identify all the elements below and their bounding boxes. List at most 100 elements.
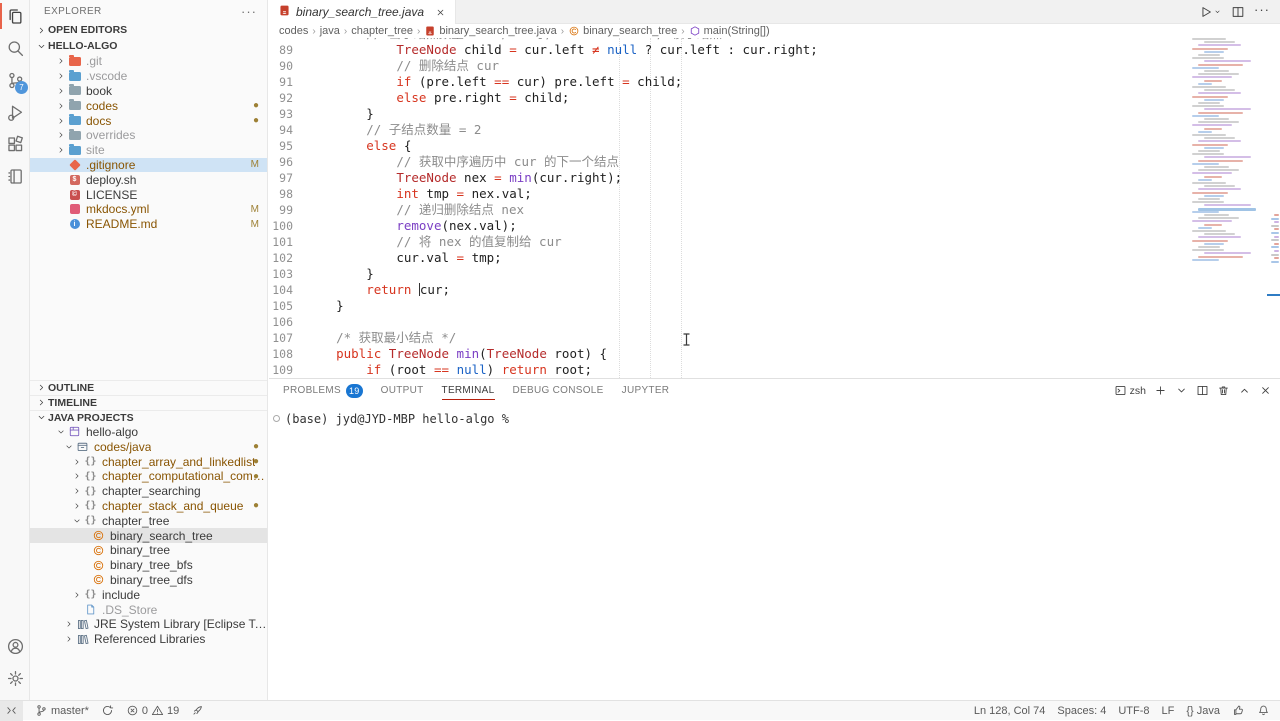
activitybar-item-run-debug[interactable] bbox=[0, 96, 30, 128]
close-icon[interactable] bbox=[435, 7, 446, 18]
status-item-sync[interactable] bbox=[101, 704, 114, 717]
status-item-encoding[interactable]: UTF-8 bbox=[1118, 705, 1149, 717]
code-line-98[interactable]: 98 int tmp = nex.val; bbox=[269, 186, 1280, 202]
tree-item-binary-tree[interactable]: binary_tree bbox=[30, 543, 267, 558]
code-line-106[interactable]: 106 bbox=[269, 314, 1280, 330]
more-actions-button[interactable]: ··· bbox=[1254, 2, 1270, 17]
line-number[interactable]: 109 bbox=[269, 362, 306, 378]
open-editors-header[interactable]: OPEN EDITORS bbox=[30, 22, 267, 38]
chevron-down-icon[interactable] bbox=[1175, 384, 1188, 397]
tree-item-deploy-sh[interactable]: $deploy.sh bbox=[30, 172, 267, 187]
tree-item-site[interactable]: site bbox=[30, 143, 267, 158]
tree-item-binary-tree-dfs[interactable]: binary_tree_dfs bbox=[30, 573, 267, 588]
line-number[interactable]: 99 bbox=[269, 202, 306, 218]
tree-item-referenced-libraries[interactable]: Referenced Libraries bbox=[30, 632, 267, 647]
status-item-rocket[interactable] bbox=[191, 704, 204, 717]
line-number[interactable]: 104 bbox=[269, 282, 306, 298]
breadcrumb-item-binary-search-tree-java[interactable]: binary_search_tree.java bbox=[424, 25, 556, 37]
tree-item-chapter-array-and-linkedlist[interactable]: {}chapter_array_and_linkedlist● bbox=[30, 454, 267, 469]
panel-tab-jupyter[interactable]: JUPYTER bbox=[622, 379, 670, 402]
tree-item-codes[interactable]: codes● bbox=[30, 98, 267, 113]
tree-item-license[interactable]: ©LICENSE bbox=[30, 187, 267, 202]
tree-item-codes-java[interactable]: codes/java● bbox=[30, 439, 267, 454]
tree-item-jre-system-library-eclipse-temurin-17-17[interactable]: JRE System Library [Eclipse Temurin 17 [… bbox=[30, 617, 267, 632]
tree-item-hello-algo[interactable]: hello-algo bbox=[30, 425, 267, 440]
code-line-105[interactable]: 105 } bbox=[269, 298, 1280, 314]
code-line-100[interactable]: 100 remove(nex.val); bbox=[269, 218, 1280, 234]
breadcrumb-item-java[interactable]: java bbox=[320, 25, 340, 37]
code-line-91[interactable]: 91 if (pre.left == cur) pre.left = child… bbox=[269, 74, 1280, 90]
tree-item-book[interactable]: book bbox=[30, 84, 267, 99]
chevron-up-icon[interactable] bbox=[1238, 384, 1251, 397]
line-number[interactable]: 103 bbox=[269, 266, 306, 282]
activitybar-item-accounts[interactable] bbox=[0, 630, 30, 662]
line-number[interactable]: 106 bbox=[269, 314, 306, 330]
line-number[interactable]: 105 bbox=[269, 298, 306, 314]
code-line-95[interactable]: 95 else { bbox=[269, 138, 1280, 154]
line-number[interactable]: 91 bbox=[269, 74, 306, 90]
root-folder-header[interactable]: HELLO-ALGO bbox=[30, 38, 267, 54]
tree-item-chapter-stack-and-queue[interactable]: {}chapter_stack_and_queue● bbox=[30, 499, 267, 514]
outline-header[interactable]: OUTLINE bbox=[30, 380, 267, 395]
line-number[interactable]: 94 bbox=[269, 122, 306, 138]
code-line-103[interactable]: 103 } bbox=[269, 266, 1280, 282]
status-item-problems[interactable]: 019 bbox=[126, 704, 179, 717]
sidebar-more-icon[interactable]: ··· bbox=[241, 4, 257, 19]
line-number[interactable]: 102 bbox=[269, 250, 306, 266]
code-line-89[interactable]: 89 TreeNode child = cur.left ≠ null ? cu… bbox=[269, 42, 1280, 58]
code-line-97[interactable]: 97 TreeNode nex = min(cur.right); bbox=[269, 170, 1280, 186]
tree-item-git[interactable]: .git bbox=[30, 54, 267, 69]
tree-item-docs[interactable]: docs● bbox=[30, 113, 267, 128]
line-number[interactable]: 108 bbox=[269, 346, 306, 362]
status-item-notifications[interactable] bbox=[1257, 704, 1270, 717]
status-item-cursor-position[interactable]: Ln 128, Col 74 bbox=[974, 705, 1046, 717]
status-item-eol[interactable]: LF bbox=[1162, 705, 1175, 717]
code-line-94[interactable]: 94 // 子结点数量 = 2 bbox=[269, 122, 1280, 138]
tree-item-mkdocs-yml[interactable]: mkdocs.ymlM bbox=[30, 202, 267, 217]
run-button[interactable] bbox=[1199, 5, 1222, 19]
line-number[interactable]: 96 bbox=[269, 154, 306, 170]
tree-item-chapter-searching[interactable]: {}chapter_searching bbox=[30, 484, 267, 499]
panel-tab-output[interactable]: OUTPUT bbox=[381, 379, 424, 402]
panel-tab-problems[interactable]: PROBLEMS19 bbox=[283, 379, 363, 402]
tree-item-vscode[interactable]: .vscode bbox=[30, 69, 267, 84]
split-editor-button[interactable] bbox=[1231, 5, 1245, 19]
activitybar-item-settings[interactable] bbox=[0, 662, 30, 694]
breadcrumb-item-codes[interactable]: codes bbox=[279, 25, 308, 37]
close-icon[interactable] bbox=[1259, 384, 1272, 397]
breadcrumb-item-main-string[interactable]: main(String[]) bbox=[689, 25, 770, 37]
activitybar-item-notebook[interactable] bbox=[0, 160, 30, 192]
tree-item-ds-store[interactable]: .DS_Store bbox=[30, 602, 267, 617]
panel-tab-debug-console[interactable]: DEBUG CONSOLE bbox=[513, 379, 604, 402]
code-editor[interactable]: 88 // 当子结点数量 = 0 / 1 时, child = null / 该… bbox=[269, 38, 1280, 378]
activitybar-item-extensions[interactable] bbox=[0, 128, 30, 160]
code-line-108[interactable]: 108 public TreeNode min(TreeNode root) { bbox=[269, 346, 1280, 362]
line-number[interactable]: 107 bbox=[269, 330, 306, 346]
code-line-107[interactable]: 107 /* 获取最小结点 */ bbox=[269, 330, 1280, 346]
code-line-104[interactable]: 104 return cur; bbox=[269, 282, 1280, 298]
tab-binary-search-tree-java[interactable]: binary_search_tree.java bbox=[269, 0, 456, 24]
line-number[interactable]: 92 bbox=[269, 90, 306, 106]
line-number[interactable]: 98 bbox=[269, 186, 306, 202]
line-number[interactable]: 95 bbox=[269, 138, 306, 154]
code-line-92[interactable]: 92 else pre.right = child; bbox=[269, 90, 1280, 106]
code-line-96[interactable]: 96 // 获取中序遍历中 cur 的下一个结点 bbox=[269, 154, 1280, 170]
line-number[interactable]: 90 bbox=[269, 58, 306, 74]
terminal-shell-select[interactable]: zsh bbox=[1114, 384, 1146, 397]
breadcrumb-item-binary-search-tree[interactable]: binary_search_tree bbox=[568, 25, 677, 37]
plus-icon[interactable] bbox=[1154, 384, 1167, 397]
status-item-branch[interactable]: master* bbox=[35, 704, 89, 717]
status-item-java-status[interactable] bbox=[1232, 704, 1245, 717]
trash-icon[interactable] bbox=[1217, 384, 1230, 397]
activitybar-item-explorer[interactable] bbox=[0, 0, 30, 32]
tree-item-gitignore[interactable]: .gitignoreM bbox=[30, 158, 267, 173]
status-item-indentation[interactable]: Spaces: 4 bbox=[1057, 705, 1106, 717]
tree-item-chapter-computational-complexity[interactable]: {}chapter_computational_complexity● bbox=[30, 469, 267, 484]
panel-tab-terminal[interactable]: TERMINAL bbox=[442, 379, 495, 402]
status-item-language-mode[interactable]: {} Java bbox=[1186, 705, 1220, 717]
line-number[interactable]: 97 bbox=[269, 170, 306, 186]
tree-item-overrides[interactable]: overrides bbox=[30, 128, 267, 143]
tree-item-readme-md[interactable]: iREADME.mdM bbox=[30, 217, 267, 232]
code-line-99[interactable]: 99 // 递归删除结点 nex bbox=[269, 202, 1280, 218]
code-line-101[interactable]: 101 // 将 nex 的值复制给 cur bbox=[269, 234, 1280, 250]
